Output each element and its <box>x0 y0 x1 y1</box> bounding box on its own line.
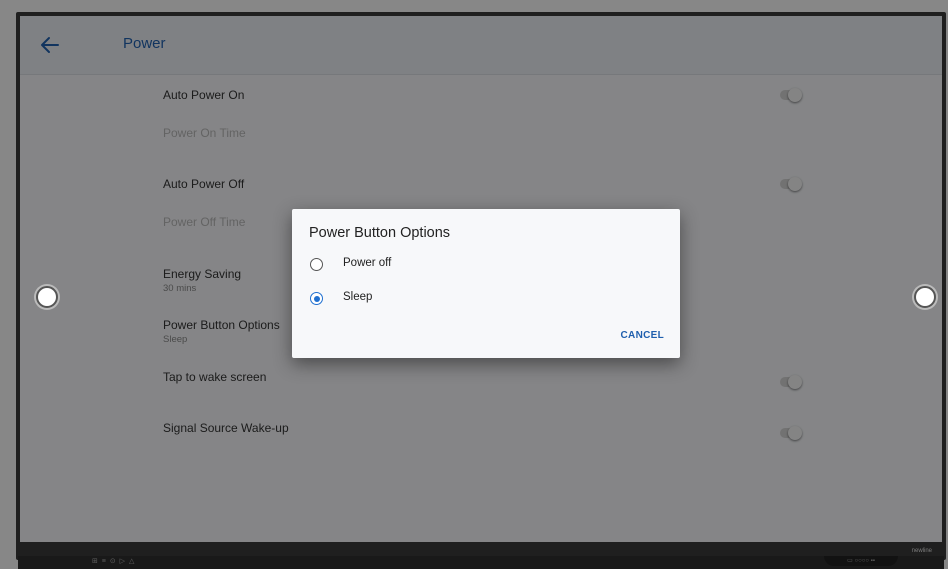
option-label: Power off <box>343 257 392 269</box>
option-label: Sleep <box>343 291 373 303</box>
option-power-off[interactable]: Power off <box>310 257 510 275</box>
power-button-options-dialog: Power Button Options Power off Sleep CAN… <box>292 209 680 358</box>
right-sidebar-handle[interactable] <box>914 286 936 308</box>
left-sidebar-handle[interactable] <box>36 286 58 308</box>
radio-power-off[interactable] <box>310 258 323 271</box>
cancel-button[interactable]: CANCEL <box>621 330 664 341</box>
radio-sleep[interactable] <box>310 292 323 305</box>
option-sleep[interactable]: Sleep <box>310 291 510 309</box>
dialog-title: Power Button Options <box>309 225 451 241</box>
